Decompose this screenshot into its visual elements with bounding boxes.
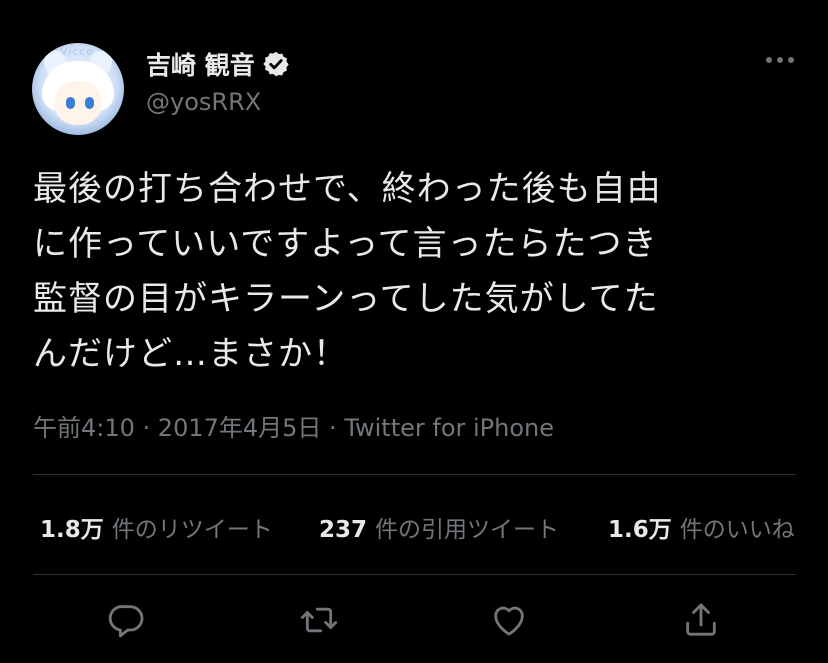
more-dot: [777, 57, 783, 63]
tweet-source[interactable]: Twitter for iPhone: [344, 414, 554, 442]
tweet-line: 監督の目がキラーンってした気がしてた: [33, 279, 659, 319]
quote-count[interactable]: 237 件の引用ツイート: [319, 510, 559, 544]
heart-icon[interactable]: [489, 600, 529, 640]
more-dot: [766, 57, 772, 63]
avatar-eye-right: [85, 97, 94, 109]
avatar[interactable]: Vicce: [32, 43, 124, 135]
avatar-eye-left: [66, 97, 75, 109]
retweet-count-label: 件のリツイート: [111, 517, 273, 543]
tweet-text: 最後の打ち合わせで、終わった後も自由 に作っていいですよって言ったらたつき 監督…: [33, 162, 803, 382]
retweet-count-value: 1.8万: [40, 517, 104, 543]
tweet-date[interactable]: 2017年4月5日: [158, 414, 322, 442]
like-count[interactable]: 1.6万 件のいいね: [608, 510, 795, 544]
author-handle[interactable]: @yosRRX: [146, 88, 261, 116]
like-count-label: 件のいいね: [679, 517, 795, 543]
meta-separator: ·: [321, 414, 345, 442]
more-options-icon[interactable]: [766, 50, 794, 70]
divider-bottom: [33, 574, 796, 575]
meta-separator: ·: [134, 414, 158, 442]
retweet-icon[interactable]: [299, 600, 339, 640]
reply-icon[interactable]: [107, 600, 147, 640]
tweet-meta: 午前4:10 · 2017年4月5日 · Twitter for iPhone: [33, 408, 554, 443]
author-display-name[interactable]: 吉崎 観音: [146, 46, 255, 82]
more-dot: [788, 57, 794, 63]
retweet-count[interactable]: 1.8万 件のリツイート: [40, 510, 273, 544]
share-icon[interactable]: [681, 600, 721, 640]
tweet-time[interactable]: 午前4:10: [33, 414, 135, 442]
verified-badge-icon: [262, 50, 290, 78]
divider-top: [33, 474, 796, 475]
avatar-face: [54, 81, 102, 125]
like-count-value: 1.6万: [608, 517, 672, 543]
tweet-line: 最後の打ち合わせで、終わった後も自由: [33, 169, 662, 209]
tweet-line: んだけど…まさか！: [33, 334, 348, 374]
avatar-caption: Vicce: [60, 45, 95, 58]
quote-count-value: 237: [319, 517, 368, 543]
tweet-line: に作っていいですよって言ったらたつき: [33, 224, 658, 264]
quote-count-label: 件の引用ツイート: [375, 517, 560, 543]
author-name-row: 吉崎 観音: [146, 46, 290, 82]
